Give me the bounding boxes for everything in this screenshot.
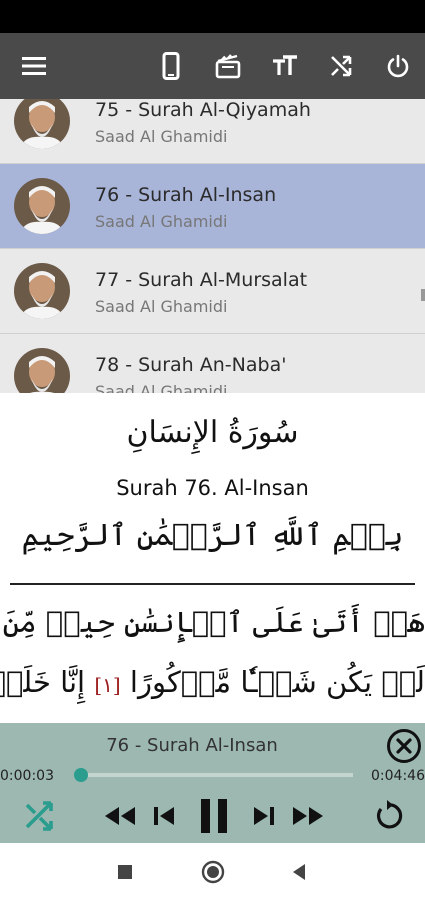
recents-button[interactable]: [110, 857, 140, 887]
repeat-icon: [376, 800, 403, 829]
top-toolbar: [0, 33, 425, 99]
ayah-line: هَلۡ أَتَىٰ عَلَى ٱلۡإِنسَٰنِ حِينٞ مِّن…: [0, 605, 425, 639]
app-root: 75 - Surah Al-Qiyamah Saad Al Ghamidi 76…: [0, 0, 425, 900]
now-playing-title: 76 - Surah Al-Insan: [106, 735, 278, 756]
list-item[interactable]: 77 - Surah Al-Mursalat Saad Al Ghamidi: [0, 249, 425, 334]
rewind-icon: [105, 807, 135, 825]
surah-list: 75 - Surah Al-Qiyamah Saad Al Ghamidi 76…: [0, 99, 425, 393]
shuffle-icon: [25, 801, 53, 831]
skip-previous-icon: [154, 807, 174, 825]
fast-forward-icon: [293, 807, 323, 825]
shuffle-button[interactable]: [319, 33, 363, 99]
ayah-text: لَمۡ يَكُن شَيۡـٔٗا مَّذۡكُورًا: [129, 665, 425, 699]
item-title: 78 - Surah An-Naba': [95, 354, 287, 376]
close-player-button[interactable]: [386, 728, 422, 764]
video-button[interactable]: [206, 33, 250, 99]
surah-title-english: Surah 76. Al-Insan: [116, 476, 309, 500]
android-nav-bar: [0, 843, 425, 900]
current-time: 0:00:03: [0, 768, 54, 784]
list-item[interactable]: 78 - Surah An-Naba' Saad Al Ghamidi: [0, 334, 425, 393]
video-icon: [215, 54, 241, 79]
repeat-button[interactable]: [366, 795, 410, 837]
divider: [10, 583, 415, 585]
rewind-button[interactable]: [100, 795, 140, 837]
power-icon: [387, 54, 409, 78]
seek-bar[interactable]: [73, 768, 353, 782]
menu-icon: [22, 57, 46, 75]
next-button[interactable]: [248, 795, 280, 837]
item-title: 75 - Surah Al-Qiyamah: [95, 99, 311, 121]
ayah-number: [١]: [94, 673, 121, 697]
fast-forward-button[interactable]: [288, 795, 328, 837]
item-reciter: Saad Al Ghamidi: [95, 382, 228, 393]
seek-thumb[interactable]: [73, 768, 88, 782]
list-scrollbar[interactable]: [421, 289, 425, 301]
pause-button[interactable]: [192, 795, 236, 837]
reciter-avatar: [14, 99, 70, 149]
status-bar: [0, 0, 425, 33]
audio-player: 76 - Surah Al-Insan 0:00:03 0:04:46: [0, 723, 425, 843]
home-icon: [201, 860, 225, 884]
item-reciter: Saad Al Ghamidi: [95, 127, 228, 146]
back-icon: [293, 864, 305, 880]
bismillah: بِسۡمِ ٱللَّهِ ٱلرَّحۡمَٰنِ ٱلرَّحِيمِ: [21, 518, 404, 553]
home-button[interactable]: [198, 857, 228, 887]
reciter-avatar: [14, 348, 70, 393]
quran-reader: سُورَةُ الإِنسَانِ Surah 76. Al-Insan بِ…: [0, 393, 425, 723]
shuffle-toggle-button[interactable]: [18, 795, 62, 837]
back-button[interactable]: [284, 857, 314, 887]
reciter-avatar: [14, 178, 70, 234]
shuffle-icon: [331, 55, 352, 77]
screen-on-button[interactable]: [149, 33, 193, 99]
total-time: 0:04:46: [371, 768, 425, 784]
item-reciter: Saad Al Ghamidi: [95, 212, 228, 231]
menu-button[interactable]: [12, 33, 56, 99]
ayah-line: لَمۡ يَكُن شَيۡـٔٗا مَّذۡكُورًا [١] إِنَ…: [0, 665, 425, 699]
item-title: 77 - Surah Al-Mursalat: [95, 269, 308, 291]
item-title: 76 - Surah Al-Insan: [95, 184, 277, 206]
close-icon: [387, 729, 421, 763]
previous-button[interactable]: [148, 795, 180, 837]
power-button[interactable]: [376, 33, 420, 99]
text-size-icon: [273, 55, 297, 75]
surah-title-arabic: سُورَةُ الإِنسَانِ: [126, 415, 299, 450]
reciter-avatar: [14, 263, 70, 319]
pause-icon: [201, 799, 227, 833]
skip-next-icon: [254, 807, 274, 825]
list-item-selected[interactable]: 76 - Surah Al-Insan Saad Al Ghamidi: [0, 164, 425, 249]
ayah-text: إِنَّا خَلَقۡنَا: [0, 665, 86, 699]
list-item[interactable]: 75 - Surah Al-Qiyamah Saad Al Ghamidi: [0, 99, 425, 164]
item-reciter: Saad Al Ghamidi: [95, 297, 228, 316]
recents-icon: [118, 865, 132, 879]
phone-icon: [162, 52, 180, 80]
text-size-button[interactable]: [263, 33, 307, 99]
